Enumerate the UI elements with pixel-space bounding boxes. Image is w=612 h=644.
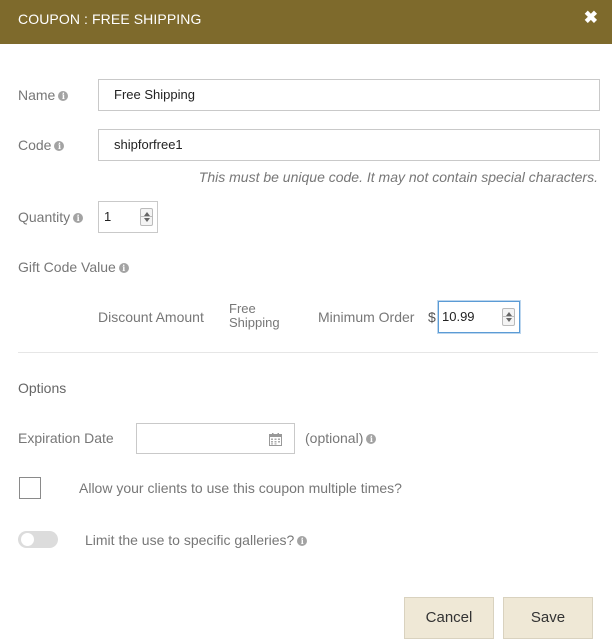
- limit-galleries-label-text: Limit the use to specific galleries?: [85, 532, 295, 548]
- info-icon[interactable]: i: [118, 263, 129, 273]
- expiration-optional-note: (optional) i: [305, 430, 377, 446]
- spinner-down-icon[interactable]: [506, 318, 512, 322]
- info-icon[interactable]: i: [73, 213, 84, 223]
- quantity-label: Quantity i: [18, 209, 84, 225]
- multiple-use-label: Allow your clients to use this coupon mu…: [79, 480, 402, 496]
- name-label: Name i: [18, 87, 69, 103]
- info-icon[interactable]: i: [297, 536, 308, 546]
- section-divider: [18, 352, 598, 353]
- spinner-divider: [503, 316, 514, 317]
- minimum-order-label: Minimum Order: [318, 309, 415, 325]
- quantity-value: 1: [104, 209, 112, 224]
- toggle-knob: [21, 533, 34, 546]
- options-heading: Options: [18, 380, 67, 396]
- cancel-button[interactable]: Cancel: [404, 597, 494, 639]
- minimum-order-input[interactable]: 10.99: [438, 301, 520, 333]
- minimum-order-value: 10.99: [442, 309, 475, 324]
- code-input-value: shipforfree1: [114, 137, 183, 152]
- code-input[interactable]: shipforfree1: [98, 129, 600, 161]
- number-spinner-icon[interactable]: [140, 208, 153, 226]
- number-spinner-icon[interactable]: [502, 308, 515, 326]
- spinner-down-icon[interactable]: [144, 218, 150, 222]
- limit-galleries-label: Limit the use to specific galleries? i: [85, 532, 308, 548]
- name-input-value: Free Shipping: [114, 87, 195, 102]
- calendar-icon[interactable]: [269, 433, 282, 446]
- info-icon[interactable]: i: [54, 141, 65, 151]
- quantity-stepper[interactable]: 1: [98, 201, 158, 233]
- dialog-header: COUPON : FREE SHIPPING ✖: [0, 0, 612, 44]
- multiple-use-checkbox[interactable]: [19, 477, 41, 499]
- code-hint: This must be unique code. It may not con…: [198, 169, 598, 185]
- code-label: Code i: [18, 137, 65, 153]
- info-icon[interactable]: i: [58, 91, 69, 101]
- discount-amount-value-line1: Free: [229, 301, 256, 316]
- gift-code-value-label-text: Gift Code Value: [18, 259, 116, 275]
- name-input[interactable]: Free Shipping: [98, 79, 600, 111]
- code-label-text: Code: [18, 137, 52, 153]
- save-button[interactable]: Save: [503, 597, 593, 639]
- limit-galleries-toggle[interactable]: [18, 531, 58, 548]
- expiration-date-label: Expiration Date: [18, 430, 114, 446]
- spinner-divider: [141, 216, 152, 217]
- expiration-date-input[interactable]: [136, 423, 295, 454]
- info-icon[interactable]: i: [366, 434, 377, 444]
- quantity-label-text: Quantity: [18, 209, 71, 225]
- discount-amount-value: Free Shipping: [229, 302, 280, 330]
- discount-amount-label: Discount Amount: [98, 309, 204, 325]
- name-label-text: Name: [18, 87, 56, 103]
- close-icon[interactable]: ✖: [584, 9, 598, 27]
- expiration-optional-text: (optional): [305, 430, 364, 446]
- gift-code-value-label: Gift Code Value i: [18, 259, 129, 275]
- discount-amount-value-line2: Shipping: [229, 315, 280, 330]
- dialog-title: COUPON : FREE SHIPPING: [18, 11, 202, 27]
- currency-symbol: $: [428, 309, 436, 325]
